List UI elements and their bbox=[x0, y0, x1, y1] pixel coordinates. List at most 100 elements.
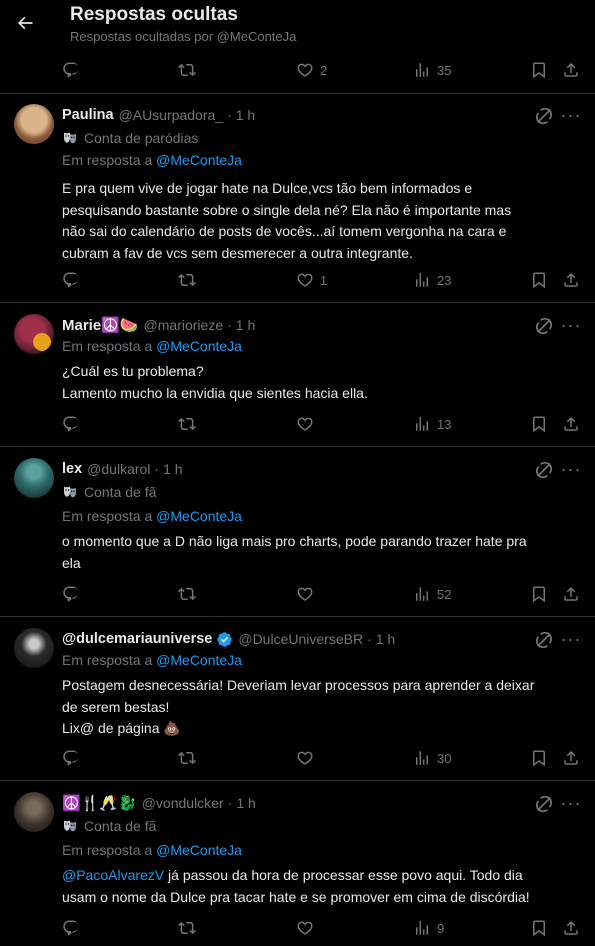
timestamp[interactable]: 1 h bbox=[163, 461, 182, 477]
more-icon[interactable]: ··· bbox=[560, 105, 582, 125]
retweet-icon bbox=[178, 585, 196, 603]
reply-mention-link[interactable]: @MeConteJa bbox=[156, 508, 242, 524]
user-handle[interactable]: @AUsurpadora_ bbox=[119, 107, 224, 123]
tweet-text: o momento que a D não liga mais pro char… bbox=[62, 531, 577, 574]
retweet-icon bbox=[178, 749, 196, 767]
views-button[interactable]: 13 bbox=[413, 412, 451, 436]
more-icon[interactable]: ··· bbox=[560, 793, 582, 813]
timestamp[interactable]: 1 h bbox=[376, 631, 395, 647]
timestamp[interactable]: 1 h bbox=[236, 317, 255, 333]
bookmark-icon bbox=[530, 415, 548, 433]
bookmark-button[interactable] bbox=[530, 582, 548, 606]
retweet-button[interactable] bbox=[178, 916, 196, 940]
user-handle[interactable]: @dulkarol bbox=[87, 461, 150, 477]
views-icon bbox=[413, 749, 431, 767]
separator bbox=[0, 616, 595, 617]
retweet-button[interactable] bbox=[178, 582, 196, 606]
reply-context: Em resposta a @MeConteJa bbox=[62, 652, 242, 672]
share-icon bbox=[562, 415, 580, 433]
views-button[interactable]: 23 bbox=[413, 268, 451, 292]
timestamp[interactable]: 1 h bbox=[236, 795, 255, 811]
display-name[interactable]: Paulina bbox=[62, 107, 114, 123]
separator bbox=[0, 446, 595, 447]
display-name[interactable]: lex bbox=[62, 461, 82, 477]
grok-icon[interactable] bbox=[534, 316, 554, 336]
tweet-actions: 13 bbox=[0, 412, 595, 436]
display-name[interactable]: Marie☮️🍉 bbox=[62, 316, 139, 334]
like-button[interactable] bbox=[296, 916, 314, 940]
share-button[interactable] bbox=[562, 412, 580, 436]
avatar[interactable] bbox=[14, 792, 54, 832]
views-button[interactable]: 30 bbox=[413, 746, 451, 770]
views-button[interactable]: 9 bbox=[413, 916, 444, 940]
bookmark-icon bbox=[530, 749, 548, 767]
tweet-text-line: o momento que a D não liga mais pro char… bbox=[62, 533, 527, 549]
share-button[interactable] bbox=[562, 268, 580, 292]
like-button[interactable] bbox=[296, 582, 314, 606]
grok-icon[interactable] bbox=[534, 630, 554, 650]
share-button[interactable] bbox=[562, 916, 580, 940]
bookmark-button[interactable] bbox=[530, 58, 548, 82]
reply-button[interactable] bbox=[62, 268, 80, 292]
grok-icon[interactable] bbox=[534, 460, 554, 480]
bookmark-button[interactable] bbox=[530, 746, 548, 770]
reply-button[interactable] bbox=[62, 746, 80, 770]
reply-button[interactable] bbox=[62, 916, 80, 940]
avatar[interactable] bbox=[14, 314, 54, 354]
retweet-button[interactable] bbox=[178, 58, 196, 82]
grok-icon[interactable] bbox=[534, 794, 554, 814]
share-button[interactable] bbox=[562, 58, 580, 82]
bookmark-button[interactable] bbox=[530, 412, 548, 436]
reply-icon bbox=[62, 749, 80, 767]
reply-mention-link[interactable]: @MeConteJa bbox=[156, 842, 242, 858]
heart-icon bbox=[296, 415, 314, 433]
retweet-button[interactable] bbox=[178, 746, 196, 770]
tweet-text: @PacoAlvarezV já passou da hora de proce… bbox=[62, 865, 577, 908]
reply-button[interactable] bbox=[62, 58, 80, 82]
reply-mention-link[interactable]: @MeConteJa bbox=[156, 652, 242, 668]
reply-button[interactable] bbox=[62, 582, 80, 606]
user-handle[interactable]: @mariorieze bbox=[144, 317, 224, 333]
retweet-button[interactable] bbox=[178, 412, 196, 436]
more-icon[interactable]: ··· bbox=[560, 629, 582, 649]
reply-button[interactable] bbox=[62, 412, 80, 436]
bookmark-button[interactable] bbox=[530, 268, 548, 292]
retweet-button[interactable] bbox=[178, 268, 196, 292]
share-button[interactable] bbox=[562, 746, 580, 770]
reply-context: Em resposta a @MeConteJa bbox=[62, 508, 242, 528]
tweet-text-line: Postagem desnecessária! Deveriam levar p… bbox=[62, 677, 535, 693]
grok-icon[interactable] bbox=[534, 106, 554, 126]
user-handle[interactable]: @vondulcker bbox=[142, 795, 224, 811]
tweet-text-line: ¿Cuál es tu problema? bbox=[62, 363, 204, 379]
body-mention-link[interactable]: @PacoAlvarezV bbox=[62, 867, 164, 883]
display-name[interactable]: @dulcemariauniverse bbox=[62, 631, 212, 647]
more-icon[interactable]: ··· bbox=[560, 459, 582, 479]
reply-icon bbox=[62, 919, 80, 937]
display-name[interactable]: ☮️🍴🥂🐉 bbox=[62, 794, 137, 812]
tweet-text-line: E pra quem vive de jogar hate na Dulce,v… bbox=[62, 180, 473, 196]
views-button[interactable]: 52 bbox=[413, 582, 451, 606]
reply-mention-link[interactable]: @MeConteJa bbox=[156, 152, 242, 168]
back-arrow-icon[interactable] bbox=[10, 8, 40, 38]
avatar[interactable] bbox=[14, 628, 54, 668]
page-title: Respostas ocultas bbox=[70, 4, 238, 25]
tweet-text-line: de serem bestas! bbox=[62, 698, 170, 715]
like-button[interactable] bbox=[296, 746, 314, 770]
view-count: 13 bbox=[437, 416, 452, 432]
bookmark-icon bbox=[530, 271, 548, 289]
user-handle[interactable]: @DulceUniverseBR bbox=[238, 631, 363, 647]
share-button[interactable] bbox=[562, 582, 580, 606]
timestamp[interactable]: 1 h bbox=[236, 107, 255, 123]
like-button[interactable]: 2 bbox=[296, 58, 327, 82]
avatar[interactable] bbox=[14, 458, 54, 498]
badge-label: Conta de paródias bbox=[84, 130, 199, 146]
bookmark-button[interactable] bbox=[530, 916, 548, 940]
like-button[interactable]: 1 bbox=[296, 268, 327, 292]
reply-mention-link[interactable]: @MeConteJa bbox=[156, 338, 242, 354]
avatar[interactable] bbox=[14, 104, 54, 144]
more-icon[interactable]: ··· bbox=[560, 315, 582, 335]
badge-label: Conta de fã bbox=[84, 484, 157, 500]
view-count: 30 bbox=[437, 750, 452, 766]
views-button[interactable]: 35 bbox=[413, 58, 451, 82]
like-button[interactable] bbox=[296, 412, 314, 436]
